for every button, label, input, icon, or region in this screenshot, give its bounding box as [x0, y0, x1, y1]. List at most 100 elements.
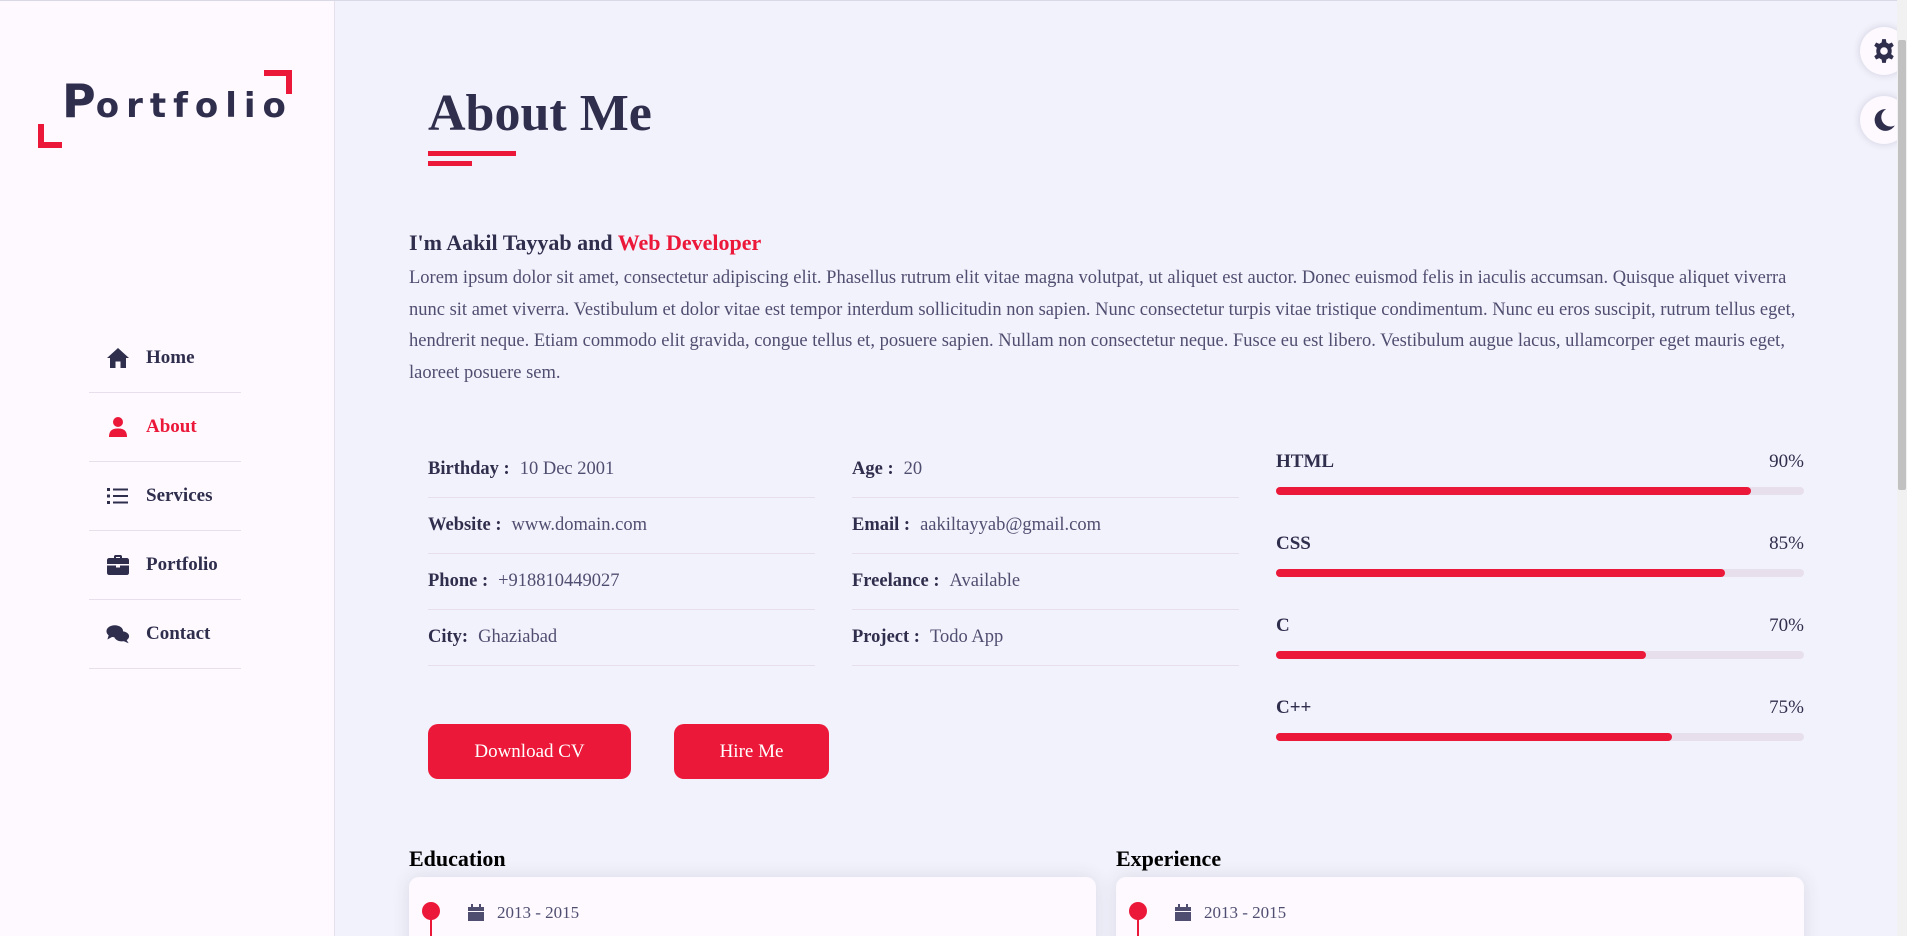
- skill-progress-fill: [1276, 651, 1646, 659]
- sidebar-nav: Home About Services Portfolio Contact: [89, 324, 241, 669]
- info-freelance: Freelance : Available: [852, 554, 1239, 610]
- intro-paragraph: Lorem ipsum dolor sit amet, consectetur …: [409, 268, 1796, 383]
- scrollbar[interactable]: [1897, 0, 1907, 936]
- list-icon: [107, 488, 128, 504]
- info-key: Email :: [852, 515, 911, 535]
- nav-item-about[interactable]: About: [89, 393, 241, 462]
- info-value: www.domain.com: [511, 515, 647, 535]
- hire-me-button[interactable]: Hire Me: [674, 724, 829, 779]
- about-section: About Me I'm Aakil Tayyab and Web Develo…: [336, 0, 1907, 936]
- intro-heading: I'm Aakil Tayyab and Web Developer: [409, 230, 761, 256]
- info-phone: Phone : +918810449027: [428, 554, 815, 610]
- logo-rest: ortfolio: [95, 86, 293, 126]
- nav-item-services[interactable]: Services: [89, 462, 241, 531]
- experience-title: Experience: [1116, 846, 1222, 871]
- info-key: Website :: [428, 515, 502, 535]
- title-underline-short: [428, 161, 472, 166]
- info-age: Age : 20: [852, 442, 1239, 498]
- intro-name: I'm Aakil Tayyab and: [409, 230, 618, 255]
- skill-name: HTML: [1276, 451, 1335, 472]
- calendar-icon: [468, 904, 484, 921]
- nav-label-portfolio: Portfolio: [146, 554, 218, 575]
- nav-link-portfolio[interactable]: Portfolio: [89, 531, 241, 599]
- skill-progress-fill: [1276, 487, 1752, 495]
- nav-link-services[interactable]: Services: [89, 462, 241, 530]
- download-cv-button[interactable]: Download CV: [428, 724, 631, 779]
- nav-link-home[interactable]: Home: [89, 324, 241, 392]
- skill-progress-fill: [1276, 733, 1672, 741]
- info-project: Project : Todo App: [852, 610, 1239, 666]
- nav-label-contact: Contact: [146, 623, 211, 644]
- skill-percent: 70%: [1769, 615, 1804, 636]
- experience-timeline: 2013 - 2015: [1116, 877, 1804, 936]
- skill-c: C 70%: [1276, 612, 1804, 694]
- skills-list: HTML 90% CSS 85% C 70% C++ 75%: [1276, 448, 1804, 776]
- nav-link-contact[interactable]: Contact: [89, 600, 241, 668]
- nav-label-services: Services: [146, 485, 213, 506]
- timeline-date: 2013 - 2015: [467, 903, 579, 923]
- education-title: Education: [409, 846, 506, 871]
- moon-icon: [1874, 109, 1895, 131]
- sidebar: Portfolio Home About Services Portfolio: [0, 1, 335, 936]
- skill-css: CSS 85%: [1276, 530, 1804, 612]
- home-icon: [107, 348, 129, 368]
- info-city: City: Ghaziabad: [428, 610, 815, 666]
- nav-item-portfolio[interactable]: Portfolio: [89, 531, 241, 600]
- info-key: Freelance :: [852, 571, 940, 591]
- logo[interactable]: Portfolio: [38, 68, 292, 148]
- info-key: Birthday :: [428, 459, 510, 479]
- logo-first-letter: P: [62, 74, 96, 128]
- skill-progress-track: [1276, 651, 1804, 659]
- info-key: Phone :: [428, 571, 489, 591]
- info-website: Website : www.domain.com: [428, 498, 815, 554]
- logo-corner-bottom-left: [38, 124, 62, 148]
- skill-name: C: [1276, 615, 1290, 636]
- timeline-line: [430, 917, 432, 936]
- logo-text: Portfolio: [62, 74, 293, 128]
- personal-info-left: Birthday : 10 Dec 2001 Website : www.domai…: [428, 442, 815, 666]
- scrollbar-thumb[interactable]: [1898, 40, 1906, 490]
- skill-percent: 90%: [1769, 451, 1804, 472]
- info-birthday: Birthday : 10 Dec 2001: [428, 442, 815, 498]
- skill-progress-fill: [1276, 569, 1725, 577]
- info-value: aakiltayyab@gmail.com: [920, 515, 1101, 535]
- skill-percent: 85%: [1769, 533, 1804, 554]
- nav-label-about: About: [146, 416, 197, 437]
- nav-label-home: Home: [146, 347, 195, 368]
- page-title: About Me: [428, 85, 652, 142]
- gear-icon: [1874, 39, 1894, 63]
- timeline-date: 2013 - 2015: [1174, 903, 1286, 923]
- skill-name: C++: [1276, 697, 1312, 718]
- skill-percent: 75%: [1769, 697, 1804, 718]
- timeline-date-text: 2013 - 2015: [497, 903, 580, 922]
- timeline-date-text: 2013 - 2015: [1204, 903, 1287, 922]
- info-key: Project :: [852, 627, 920, 647]
- info-value: +918810449027: [498, 571, 620, 591]
- skill-html: HTML 90%: [1276, 448, 1804, 530]
- info-key: Age :: [852, 459, 894, 479]
- info-key: City:: [428, 627, 469, 647]
- info-value: 20: [903, 459, 923, 479]
- skill-progress-track: [1276, 487, 1804, 495]
- info-value: Available: [949, 571, 1021, 591]
- info-value: Ghaziabad: [478, 627, 558, 647]
- info-value: Todo App: [929, 627, 1004, 647]
- education-timeline: 2013 - 2015: [409, 877, 1096, 936]
- info-email: Email : aakiltayyab@gmail.com: [852, 498, 1239, 554]
- skill-cpp: C++ 75%: [1276, 694, 1804, 776]
- nav-item-contact[interactable]: Contact: [89, 600, 241, 669]
- title-underline-long: [428, 151, 516, 156]
- personal-info-right: Age : 20 Email : aakiltayyab@gmail.com Fre…: [852, 442, 1239, 666]
- intro-role: Web Developer: [617, 230, 762, 255]
- nav-link-about[interactable]: About: [89, 393, 241, 461]
- skill-progress-track: [1276, 569, 1804, 577]
- comments-icon: [106, 625, 130, 644]
- timeline-line: [1137, 917, 1139, 936]
- skill-progress-track: [1276, 733, 1804, 741]
- skill-name: CSS: [1276, 533, 1311, 554]
- calendar-icon: [1175, 904, 1191, 921]
- info-value: 10 Dec 2001: [519, 459, 615, 479]
- user-icon: [109, 417, 127, 437]
- nav-item-home[interactable]: Home: [89, 324, 241, 393]
- briefcase-icon: [107, 555, 129, 575]
